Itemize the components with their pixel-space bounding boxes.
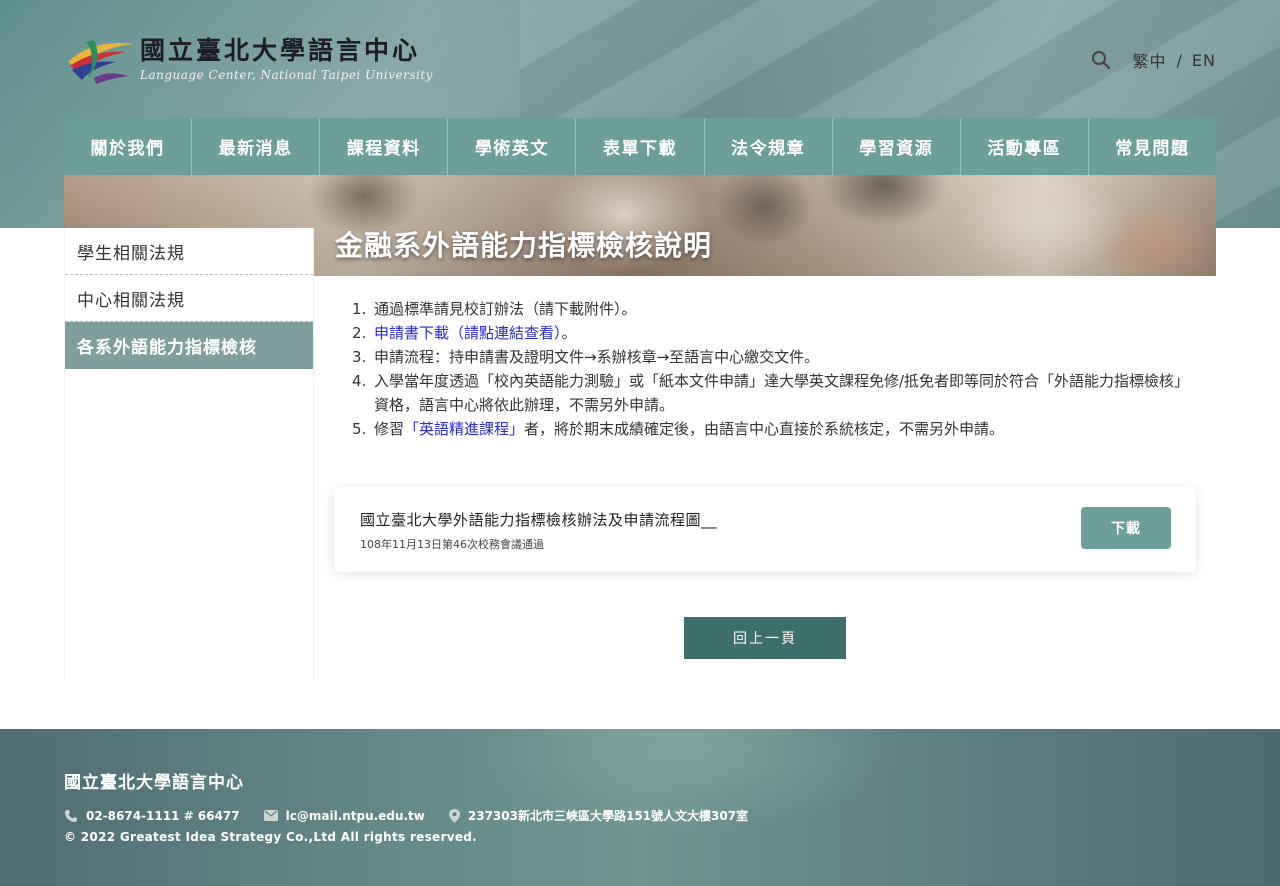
list-text: 申請流程：持申請書及證明文件→系辦核章→至語言中心繳交文件。 bbox=[374, 348, 820, 366]
footer-address-text: 237303新北市三峽區大學路151號人文大樓307室 bbox=[467, 809, 749, 823]
sidebar-item-student-regulations[interactable]: 學生相關法規 bbox=[65, 228, 313, 275]
footer-copyright: © 2022 Greatest Idea Strategy Co.,Ltd Al… bbox=[64, 830, 478, 844]
lang-zh-link[interactable]: 繁中 bbox=[1133, 48, 1167, 72]
list-text: 入學當年度透過「校內英語能力測驗」或「紙本文件申請」達大學英文課程免修/抵免者即… bbox=[374, 372, 1190, 414]
page-title: 金融系外語能力指標檢核說明 bbox=[335, 229, 713, 262]
list-text: 通過標準請見校訂辦法（請下載附件）。 bbox=[374, 300, 637, 318]
logo-name-en: Language Center, National Taipei Univers… bbox=[140, 68, 433, 82]
application-form-link[interactable]: 申請書下載（請點連結查看） bbox=[374, 324, 562, 342]
list-number: 1. bbox=[352, 300, 367, 318]
lang-en-link[interactable]: EN bbox=[1192, 51, 1216, 70]
nav-item-courses[interactable]: 課程資料 bbox=[320, 118, 449, 175]
footer: 國立臺北大學語言中心 02-8674-1111 # 66477 lc@mail.… bbox=[0, 729, 1280, 886]
nav-item-about[interactable]: 關於我們 bbox=[64, 118, 193, 175]
location-pin-icon bbox=[448, 808, 460, 823]
list-item: 3. 申請流程：持申請書及證明文件→系辦核章→至語言中心繳交文件。 bbox=[352, 345, 1192, 369]
footer-email: lc@mail.ntpu.edu.tw bbox=[263, 809, 425, 823]
nav-item-events[interactable]: 活動專區 bbox=[961, 118, 1089, 175]
list-text: 修習 bbox=[374, 420, 405, 438]
sidebar-item-department-language-check[interactable]: 各系外語能力指標檢核 bbox=[65, 322, 313, 369]
download-button[interactable]: 下載 bbox=[1081, 507, 1171, 549]
attachment-card: 國立臺北大學外語能力指標檢核辦法及申請流程圖__ 108年11月13日第46次校… bbox=[334, 487, 1196, 572]
english-course-link[interactable]: 「英語精進課程」 bbox=[404, 420, 524, 438]
logo-mark-icon bbox=[64, 34, 136, 84]
list-number: 3. bbox=[352, 348, 367, 366]
list-item: 2. 申請書下載（請點連結查看）。 bbox=[352, 321, 1192, 345]
top-tools: 繁中 / EN bbox=[1091, 48, 1216, 72]
search-icon[interactable] bbox=[1091, 50, 1111, 70]
nav-item-news[interactable]: 最新消息 bbox=[192, 118, 321, 175]
footer-contacts: 02-8674-1111 # 66477 lc@mail.ntpu.edu.tw… bbox=[64, 807, 772, 824]
list-number: 5. bbox=[352, 420, 367, 438]
list-text: 。 bbox=[561, 324, 577, 342]
footer-phone-text[interactable]: 02-8674-1111 # 66477 bbox=[86, 809, 240, 823]
list-text: 者，將於期末成績確定後，由語言中心直接於系統核定，不需另外申請。 bbox=[524, 420, 1005, 438]
logo-name-cn: 國立臺北大學語言中心 bbox=[140, 36, 421, 65]
phone-icon bbox=[65, 809, 77, 822]
footer-email-text[interactable]: lc@mail.ntpu.edu.tw bbox=[286, 809, 425, 823]
content-list: 1. 通過標準請見校訂辦法（請下載附件）。 2. 申請書下載（請點連結查看）。 … bbox=[352, 297, 1192, 441]
footer-title: 國立臺北大學語言中心 bbox=[64, 773, 244, 793]
list-item: 4. 入學當年度透過「校內英語能力測驗」或「紙本文件申請」達大學英文課程免修/抵… bbox=[352, 369, 1192, 417]
nav-item-resources[interactable]: 學習資源 bbox=[833, 118, 961, 175]
nav-item-regulations[interactable]: 法令規章 bbox=[705, 118, 833, 175]
mail-icon bbox=[263, 810, 278, 821]
nav-item-academic-english[interactable]: 學術英文 bbox=[448, 118, 577, 175]
footer-phone: 02-8674-1111 # 66477 bbox=[64, 809, 240, 823]
attachment-subtitle: 108年11月13日第46次校務會議通過 bbox=[360, 538, 544, 551]
site-logo[interactable]: 國立臺北大學語言中心 Language Center, National Tai… bbox=[64, 32, 434, 86]
attachment-title: 國立臺北大學外語能力指標檢核辦法及申請流程圖__ bbox=[360, 511, 718, 529]
lang-separator: / bbox=[1176, 50, 1182, 70]
sidebar-item-center-regulations[interactable]: 中心相關法規 bbox=[65, 275, 313, 322]
list-item: 5. 修習「英語精進課程」者，將於期末成績確定後，由語言中心直接於系統核定，不需… bbox=[352, 417, 1192, 441]
nav-item-faq[interactable]: 常見問題 bbox=[1089, 118, 1216, 175]
main-nav: 關於我們 最新消息 課程資料 學術英文 表單下載 法令規章 學習資源 活動專區 … bbox=[64, 118, 1216, 175]
back-button[interactable]: 回上一頁 bbox=[684, 617, 846, 659]
sidebar: 學生相關法規 中心相關法規 各系外語能力指標檢核 bbox=[64, 228, 314, 680]
list-number: 4. bbox=[352, 372, 367, 390]
list-item: 1. 通過標準請見校訂辦法（請下載附件）。 bbox=[352, 297, 1192, 321]
nav-item-forms[interactable]: 表單下載 bbox=[576, 118, 705, 175]
list-number: 2. bbox=[352, 324, 367, 342]
footer-address: 237303新北市三峽區大學路151號人文大樓307室 bbox=[448, 807, 749, 824]
